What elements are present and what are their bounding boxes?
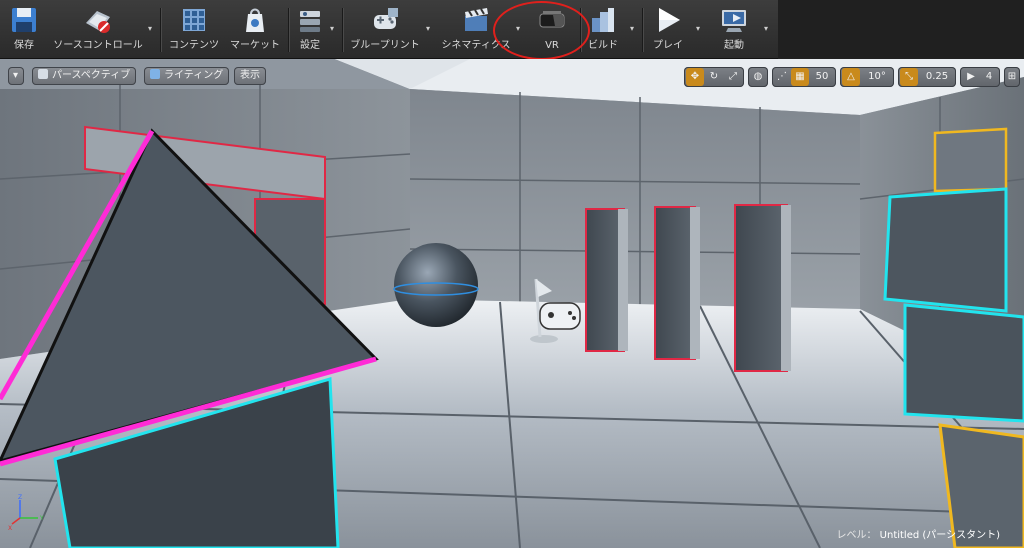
level-prefix: レベル： [836,530,877,541]
maximize-viewport-button[interactable]: ⊞ [1004,67,1020,87]
play-dropdown[interactable]: ▾ [696,24,704,33]
viewport-scene[interactable] [0,59,1024,548]
content-browser-icon [183,9,205,31]
launch-icon [722,10,746,32]
level-info: レベル： Untitled (パーシスタント) [836,526,1000,541]
rotation-snap-group: △ 10° [840,67,894,87]
save-icon [12,8,36,32]
level-viewport[interactable]: ▾ パースペクティブ ライティング 表示 ✥ ↻ ⤢ ◍ ⋰ ▦ 50 △ 10… [0,59,1024,548]
svg-text:X: X [8,525,12,530]
camera-speed-icon[interactable]: ▶ [962,68,980,86]
source-control-label: ソースコントロール [53,40,143,51]
pillar-mesh[interactable] [654,206,700,360]
blueprint-icon [374,8,398,29]
launch-dropdown[interactable]: ▾ [764,24,772,33]
box-mesh-cyan-right[interactable] [883,187,1024,423]
source-control-dropdown[interactable]: ▾ [148,24,156,33]
blueprint-dropdown[interactable]: ▾ [426,24,434,33]
rotate-tool-icon[interactable]: ↻ [705,68,723,86]
perspective-label: パースペクティブ [52,70,131,81]
camera-speed-group: ▶ 4 [960,67,1000,87]
transform-mode-group: ✥ ↻ ⤢ [684,67,744,87]
build-label: ビルド [588,40,618,51]
show-flags-button[interactable]: 表示 [234,67,266,85]
save-button[interactable]: 保存 [4,2,44,56]
blueprint-label: ブループリント [350,40,420,51]
settings-dropdown[interactable]: ▾ [330,24,338,33]
viewport-options-menu[interactable]: ▾ [8,67,24,85]
pillar-mesh[interactable] [734,204,791,372]
marketplace-label: マーケット [230,40,280,51]
svg-text:Z: Z [18,494,22,501]
launch-label: 起動 [724,40,744,51]
coordinate-system-toggle[interactable]: ◍ [748,67,768,87]
svg-text:Y: Y [39,515,44,522]
launch-button[interactable]: 起動 [708,2,760,56]
main-toolbar: 保存 ソースコントロール ▾ コンテンツ マーケット 設定 ▾ ブループリント … [0,0,778,60]
lighting-label: ライティング [164,70,224,81]
lighting-mode-button[interactable]: ライティング [144,67,230,85]
play-icon [659,8,680,32]
settings-button[interactable]: 設定 [292,2,328,56]
scale-tool-icon[interactable]: ⤢ [724,68,742,86]
toolbar-separator [288,8,289,52]
rotation-snap-toggle-icon[interactable]: △ [842,68,860,86]
camera-speed-value[interactable]: 4 [980,68,998,86]
grid-snap-group: ⋰ ▦ 50 [772,67,836,87]
wall-back [410,89,860,309]
chevron-down-icon: ▾ [13,70,19,81]
grid-snap-value[interactable]: 50 [810,68,834,86]
play-label: プレイ [653,40,683,51]
scale-snap-toggle-icon[interactable]: ⤡ [900,68,918,86]
settings-label: 設定 [300,40,320,51]
maximize-icon: ⊞ [1007,71,1017,82]
lighting-sphere-icon [150,69,160,79]
save-label: 保存 [14,40,34,51]
axis-gizmo: Z Y X [8,494,44,530]
level-name: Untitled (パーシスタント) [879,530,1000,541]
vr-highlight-annotation [493,1,590,60]
grid-snap-toggle-icon[interactable]: ▦ [791,68,809,86]
pillar-mesh[interactable] [585,208,628,352]
move-tool-icon[interactable]: ✥ [686,68,704,86]
scale-snap-value[interactable]: 0.25 [920,68,954,86]
source-control-icon [86,11,110,33]
marketplace-button[interactable]: マーケット [226,2,284,56]
blueprint-button[interactable]: ブループリント [346,2,424,56]
scale-snap-group: ⤡ 0.25 [898,67,956,87]
perspective-cube-icon [38,69,48,79]
play-button[interactable]: プレイ [646,2,690,56]
toolbar-separator [160,8,161,52]
build-icon [592,8,614,32]
perspective-button[interactable]: パースペクティブ [32,67,137,85]
show-label: 表示 [240,70,260,81]
box-mesh-yellow[interactable] [933,127,1008,193]
build-dropdown[interactable]: ▾ [630,24,638,33]
toolbar-separator [342,8,343,52]
content-label: コンテンツ [169,40,219,51]
surface-snap-icon[interactable]: ⋰ [774,68,790,86]
content-button[interactable]: コンテンツ [166,2,222,56]
globe-icon: ◍ [753,71,763,82]
cinematics-icon [465,8,488,31]
source-control-button[interactable]: ソースコントロール [50,2,146,56]
settings-icon [300,11,320,32]
toolbar-separator [642,8,643,52]
rotation-snap-value[interactable]: 10° [862,68,892,86]
marketplace-icon [246,8,264,32]
